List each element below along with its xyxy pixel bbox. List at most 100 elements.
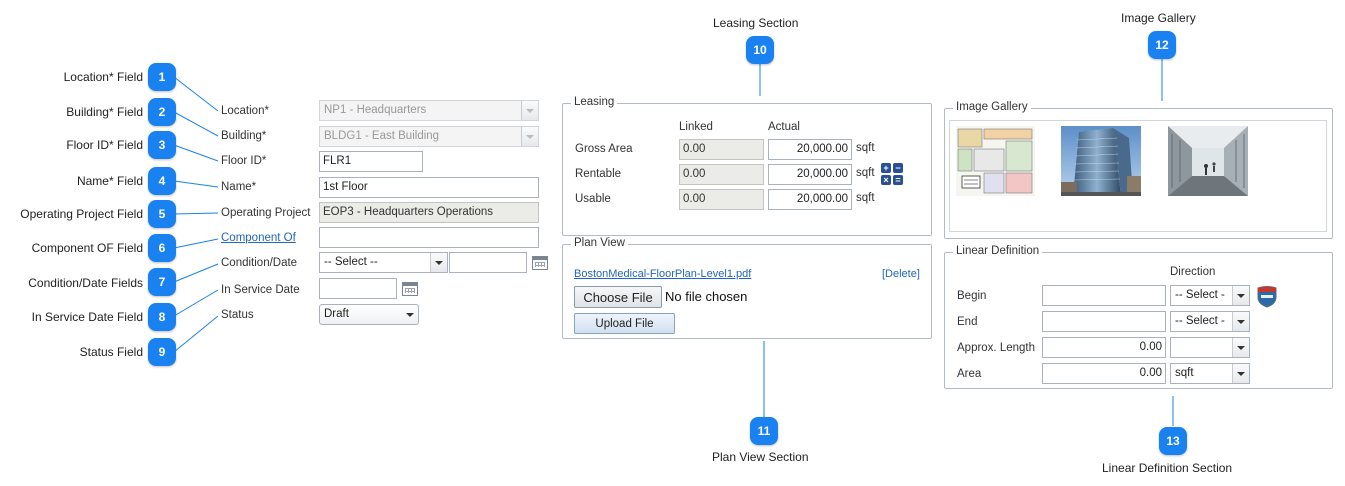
name-input[interactable]: 1st Floor [319, 177, 539, 198]
chevron-down-icon [1232, 338, 1249, 357]
gross-area-actual[interactable]: 20,000.00 [768, 139, 852, 160]
equals-icon[interactable]: = [893, 175, 903, 185]
callout-label-location: Location* Field [63, 70, 143, 84]
add-icon[interactable]: + [881, 163, 891, 173]
location-value: NP1 - Headquarters [324, 104, 427, 116]
calendar-icon[interactable] [532, 256, 548, 270]
no-file-chosen-text: No file chosen [665, 289, 748, 304]
begin-input[interactable] [1042, 285, 1166, 306]
callout-label-linear-definition: Linear Definition Section [1102, 461, 1233, 475]
building-select[interactable]: BLDG1 - East Building [319, 126, 539, 147]
callout-label-condition-date: Condition/Date Fields [28, 276, 143, 290]
location-select[interactable]: NP1 - Headquarters [319, 100, 539, 121]
callout-badge-7: 7 [148, 268, 176, 296]
rentable-unit: sqft [856, 167, 875, 179]
building-value: BLDG1 - East Building [324, 130, 440, 142]
status-label: Status [221, 309, 254, 321]
callout-badge-3: 3 [148, 131, 176, 159]
end-direction-value: -- Select - [1175, 315, 1225, 327]
area-input[interactable]: 0.00 [1042, 363, 1166, 384]
callout-badge-10: 10 [746, 36, 774, 64]
floor-id-label: Floor ID* [221, 155, 267, 167]
calendar-icon[interactable] [402, 282, 418, 296]
approx-length-input[interactable]: 0.00 [1042, 337, 1166, 358]
location-label: Location* [221, 105, 269, 117]
status-select[interactable]: Draft [319, 304, 419, 325]
callout-badge-4: 4 [148, 167, 176, 195]
callout-badge-6: 6 [148, 234, 176, 262]
callout-label-leasing: Leasing Section [713, 16, 799, 30]
begin-direction-select[interactable]: -- Select - [1170, 285, 1250, 306]
callout-label-floor-id: Floor ID* Field [66, 138, 143, 152]
callout-connectors [173, 58, 1174, 426]
building-exterior-thumbnail[interactable] [1061, 126, 1141, 196]
component-of-link[interactable]: Component Of [221, 232, 296, 244]
in-service-date-input[interactable] [319, 278, 397, 299]
rentable-actual[interactable]: 20,000.00 [768, 164, 852, 185]
callout-label-status: Status Field [79, 345, 143, 359]
chevron-down-icon [1232, 364, 1249, 383]
leasing-row-label: Rentable [575, 168, 622, 180]
callout-label-component-of: Component OF Field [31, 241, 143, 255]
status-value: Draft [324, 308, 349, 320]
linear-row-label: Begin [957, 290, 987, 302]
callout-badge-8: 8 [148, 303, 176, 331]
operating-project-input: EOP3 - Headquarters Operations [319, 202, 539, 223]
callout-badge-13: 13 [1159, 427, 1187, 455]
image-gallery-legend: Image Gallery [953, 101, 1031, 113]
choose-file-button[interactable]: Choose File [574, 286, 662, 308]
callout-badge-1: 1 [148, 63, 176, 91]
plan-view-legend: Plan View [571, 237, 628, 249]
usable-linked: 0.00 [679, 189, 764, 210]
floor-id-input[interactable]: FLR1 [319, 151, 423, 172]
callout-badge-9: 9 [148, 338, 176, 366]
area-unit-value: sqft [1175, 367, 1194, 379]
leasing-col-linked: Linked [679, 121, 713, 133]
linear-row-label: Area [957, 368, 982, 380]
chevron-down-icon [521, 101, 538, 120]
condition-date-input[interactable] [449, 252, 527, 273]
area-unit-select[interactable]: sqft [1170, 363, 1250, 384]
length-unit-select[interactable] [1170, 337, 1250, 358]
begin-direction-value: -- Select - [1175, 289, 1225, 301]
chevron-down-icon [521, 127, 538, 146]
interior-walkway-thumbnail[interactable] [1168, 126, 1248, 196]
linear-row-label: Approx. Length [957, 342, 1036, 354]
condition-value: -- Select -- [324, 256, 378, 268]
linear-row-label: End [957, 316, 978, 328]
component-of-input[interactable] [319, 227, 539, 248]
multiply-icon[interactable]: × [881, 175, 891, 185]
callout-label-building: Building* Field [66, 105, 143, 119]
upload-file-button[interactable]: Upload File [574, 313, 675, 334]
callout-badge-5: 5 [148, 200, 176, 228]
plan-file-link[interactable]: BostonMedical-FloorPlan-Level1.pdf [574, 268, 751, 280]
gross-area-unit: sqft [856, 142, 875, 154]
leasing-col-actual: Actual [768, 121, 800, 133]
route-shield-icon[interactable] [1255, 284, 1279, 308]
callout-label-in-service-date: In Service Date Field [31, 310, 143, 324]
name-label: Name* [221, 181, 257, 193]
condition-select[interactable]: -- Select -- [319, 252, 448, 273]
callout-badge-11: 11 [750, 417, 778, 445]
delete-link[interactable]: [Delete] [882, 268, 920, 280]
subtract-icon[interactable]: − [893, 163, 903, 173]
callout-label-name: Name* Field [76, 174, 143, 188]
rentable-linked: 0.00 [679, 164, 764, 185]
chevron-down-icon [1232, 312, 1249, 331]
usable-unit: sqft [856, 192, 875, 204]
linear-definition-legend: Linear Definition [953, 245, 1043, 257]
condition-date-label: Condition/Date [221, 257, 298, 269]
floor-plan-thumbnail[interactable] [956, 126, 1035, 196]
end-direction-select[interactable]: -- Select - [1170, 311, 1250, 332]
callout-label-operating-project: Operating Project Field [20, 207, 143, 221]
leasing-row-label: Gross Area [575, 143, 633, 155]
end-input[interactable] [1042, 311, 1166, 332]
in-service-date-label: In Service Date [221, 284, 300, 296]
usable-actual[interactable]: 20,000.00 [768, 189, 852, 210]
callout-label-plan-view: Plan View Section [712, 450, 809, 464]
leasing-legend: Leasing [571, 96, 618, 108]
operating-project-label: Operating Project [221, 207, 311, 219]
leasing-row-label: Usable [575, 193, 611, 205]
callout-badge-12: 12 [1148, 31, 1176, 59]
building-label: Building* [221, 130, 267, 142]
